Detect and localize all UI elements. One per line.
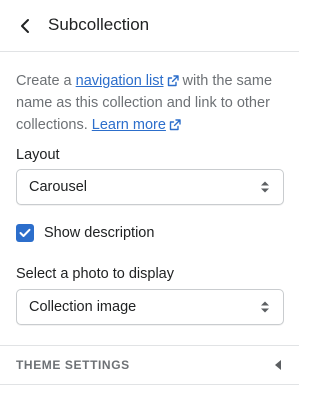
checkmark-icon <box>19 228 31 237</box>
external-link-icon <box>169 119 181 131</box>
layout-select-value: Carousel <box>29 179 88 195</box>
description-part1: Create a <box>16 73 72 89</box>
theme-settings-toggle[interactable]: THEME SETTINGS <box>0 346 299 384</box>
page-title: Subcollection <box>48 15 150 34</box>
navigation-list-link[interactable]: navigation list <box>76 73 179 89</box>
learn-more-link[interactable]: Learn more <box>92 117 181 133</box>
photo-select[interactable]: Collection image <box>16 289 284 325</box>
show-description-checkbox-row[interactable]: Show description <box>16 224 154 242</box>
back-button[interactable] <box>14 14 36 38</box>
photo-select-value: Collection image <box>29 299 137 315</box>
layout-label: Layout <box>16 147 60 163</box>
panel-header: Subcollection <box>0 0 299 52</box>
show-description-checkbox[interactable] <box>16 224 34 242</box>
description-text: Create a navigation list with the same n… <box>16 70 284 136</box>
section-divider <box>0 384 299 385</box>
caret-left-icon <box>275 360 281 370</box>
select-arrows-icon <box>261 181 269 193</box>
layout-select[interactable]: Carousel <box>16 169 284 205</box>
select-arrows-icon <box>261 301 269 313</box>
theme-settings-label: THEME SETTINGS <box>16 358 130 372</box>
chevron-left-icon <box>21 19 29 33</box>
photo-label: Select a photo to display <box>16 266 174 282</box>
external-link-icon <box>167 75 179 87</box>
show-description-label: Show description <box>44 225 155 241</box>
